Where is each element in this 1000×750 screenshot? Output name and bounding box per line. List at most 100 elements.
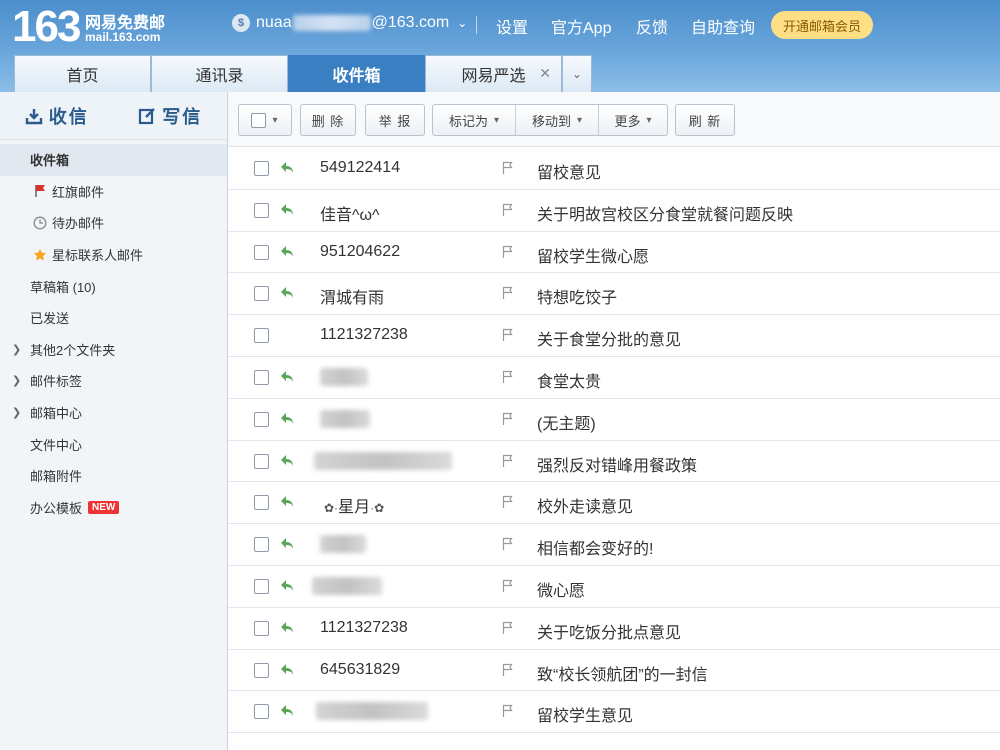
chevron-right-icon: ❯ xyxy=(12,375,22,388)
row-checkbox[interactable] xyxy=(254,704,269,720)
flag-icon[interactable] xyxy=(502,704,514,723)
mail-subject: (无主题) xyxy=(537,415,596,433)
flag-icon[interactable] xyxy=(502,286,514,305)
flag-icon[interactable] xyxy=(502,412,514,431)
mail-row[interactable]: ✿·星月·✿ 校外走读意见 xyxy=(228,482,1000,525)
flag-icon[interactable] xyxy=(502,579,514,598)
chevron-down-icon: ▾ xyxy=(493,114,500,126)
replied-icon xyxy=(280,703,294,722)
sidebar-item-templates[interactable]: 办公模板 NEW xyxy=(0,492,227,524)
row-checkbox[interactable] xyxy=(254,161,269,176)
flag-icon[interactable] xyxy=(502,328,514,347)
sidebar: 收信 写信 收件箱 红旗邮件 待办邮件 星标联系人邮件 草稿箱 (10) 已发送… xyxy=(0,92,228,750)
mark-as-dropdown[interactable]: 标记为 ▾ xyxy=(433,105,516,135)
sender-redacted xyxy=(316,702,428,721)
mail-sender: 951204622 xyxy=(320,242,401,260)
chevron-down-icon: ▾ xyxy=(272,114,279,126)
tab-contacts[interactable]: 通讯录 xyxy=(151,55,288,92)
row-checkbox[interactable] xyxy=(254,202,269,218)
row-checkbox[interactable] xyxy=(254,453,269,469)
settings-link[interactable]: 设置 xyxy=(496,14,528,38)
select-all-checkbox[interactable] xyxy=(251,112,267,128)
tab-bar: 首页 通讯录 收件箱 网易严选 ✕ ⌄ xyxy=(14,55,592,92)
row-checkbox[interactable] xyxy=(254,620,269,636)
tab-yanxuan[interactable]: 网易严选 ✕ xyxy=(425,55,562,92)
row-checkbox[interactable] xyxy=(254,244,269,260)
sidebar-item-labels[interactable]: ❯ 邮件标签 xyxy=(0,365,227,397)
sidebar-item-mail-center[interactable]: ❯ 邮箱中心 xyxy=(0,397,227,429)
mail-row[interactable]: 相信都会变好的! xyxy=(228,524,1000,566)
replied-icon xyxy=(280,160,294,179)
sidebar-item-starred[interactable]: 星标联系人邮件 xyxy=(0,239,227,271)
official-app-link[interactable]: 官方App xyxy=(551,14,611,38)
flag-icon[interactable] xyxy=(502,621,514,640)
select-all-dropdown[interactable]: ▾ xyxy=(238,104,292,136)
mail-row[interactable]: 食堂太贵 xyxy=(228,357,1000,399)
more-dropdown[interactable]: 更多 ▾ xyxy=(599,105,667,135)
sidebar-item-drafts[interactable]: 草稿箱 (10) xyxy=(0,270,227,302)
mail-row[interactable]: 951204622 留校学生微心愿 xyxy=(228,232,1000,274)
mail-sender xyxy=(312,576,382,595)
mail-row[interactable]: 645631829 致“校长领航团”的一封信 xyxy=(228,650,1000,692)
sidebar-item-file-center[interactable]: 文件中心 xyxy=(0,428,227,460)
row-checkbox[interactable] xyxy=(254,369,269,385)
sidebar-item-attachments[interactable]: 邮箱附件 xyxy=(0,460,227,492)
row-checkbox[interactable] xyxy=(254,578,269,594)
refresh-button[interactable]: 刷 新 xyxy=(675,104,735,136)
mail-row[interactable]: 佳音^ω^ 关于明故宫校区分食堂就餐问题反映 xyxy=(228,190,1000,232)
mail-row[interactable]: (无主题) xyxy=(228,399,1000,441)
mail-row[interactable]: 1121327238 关于食堂分批的意见 xyxy=(228,315,1000,357)
flag-icon[interactable] xyxy=(502,495,514,514)
row-checkbox[interactable] xyxy=(254,662,269,678)
chevron-right-icon: ❯ xyxy=(12,407,22,420)
flag-icon[interactable] xyxy=(502,370,514,389)
vip-button[interactable]: 开通邮箱会员 xyxy=(771,11,873,39)
close-icon[interactable]: ✕ xyxy=(539,65,551,82)
logo-number[interactable]: 163 xyxy=(12,2,81,52)
flag-icon[interactable] xyxy=(502,203,514,222)
mail-row[interactable]: 留校学生意见 xyxy=(228,691,1000,734)
sidebar-item-inbox[interactable]: 收件箱 xyxy=(0,144,227,176)
account-switcher[interactable]: $ nuaa @163.com ⌄ xyxy=(232,14,467,32)
tab-home[interactable]: 首页 xyxy=(14,55,151,92)
compose-button[interactable]: 写信 xyxy=(114,92,228,140)
tab-inbox[interactable]: 收件箱 xyxy=(288,55,425,92)
feedback-link[interactable]: 反馈 xyxy=(636,14,668,38)
new-badge: NEW xyxy=(88,500,120,514)
row-checkbox[interactable] xyxy=(254,495,269,511)
chevron-down-icon: ▾ xyxy=(576,114,583,126)
mail-subject: 强烈反对错峰用餐政策 xyxy=(537,457,698,475)
flag-icon[interactable] xyxy=(502,537,514,556)
flag-icon[interactable] xyxy=(502,161,514,180)
sidebar-item-todo[interactable]: 待办邮件 xyxy=(0,207,227,239)
mail-subject: 特想吃饺子 xyxy=(537,290,618,308)
account-suffix: @163.com xyxy=(371,14,450,31)
sidebar-item-sent[interactable]: 已发送 xyxy=(0,302,227,334)
receive-mail-button[interactable]: 收信 xyxy=(0,92,114,140)
flag-icon[interactable] xyxy=(502,663,514,682)
sidebar-item-red-flag[interactable]: 红旗邮件 xyxy=(0,176,227,208)
delete-button[interactable]: 删 除 xyxy=(300,104,356,136)
sidebar-item-other-folders[interactable]: ❯ 其他2个文件夹 xyxy=(0,334,227,366)
mail-row[interactable]: 微心愿 xyxy=(228,566,1000,608)
flag-icon[interactable] xyxy=(502,245,514,264)
replied-icon xyxy=(280,578,294,597)
mail-row[interactable]: 549122414 留校意见 xyxy=(228,148,1000,190)
move-to-dropdown[interactable]: 移动到 ▾ xyxy=(516,105,599,135)
self-service-link[interactable]: 自助查询 xyxy=(691,14,755,38)
mail-subject: 关于明故宫校区分食堂就餐问题反映 xyxy=(537,206,794,224)
mail-row[interactable]: 1121327238 关于吃饭分批点意见 xyxy=(228,608,1000,650)
report-button[interactable]: 举 报 xyxy=(365,104,425,136)
mail-row[interactable]: 强烈反对错峰用餐政策 xyxy=(228,441,1000,483)
sender-redacted xyxy=(320,535,366,554)
flag-icon[interactable] xyxy=(502,454,514,473)
star-icon xyxy=(32,248,48,262)
mail-subject: 留校意见 xyxy=(537,165,602,182)
row-checkbox[interactable] xyxy=(254,286,269,302)
tab-more-button[interactable]: ⌄ xyxy=(562,55,592,92)
row-checkbox[interactable] xyxy=(254,537,269,553)
logo-url: mail.163.com xyxy=(85,30,161,44)
mail-row[interactable]: 渭城有雨 特想吃饺子 xyxy=(228,273,1000,316)
row-checkbox[interactable] xyxy=(254,328,269,344)
row-checkbox[interactable] xyxy=(254,411,269,427)
